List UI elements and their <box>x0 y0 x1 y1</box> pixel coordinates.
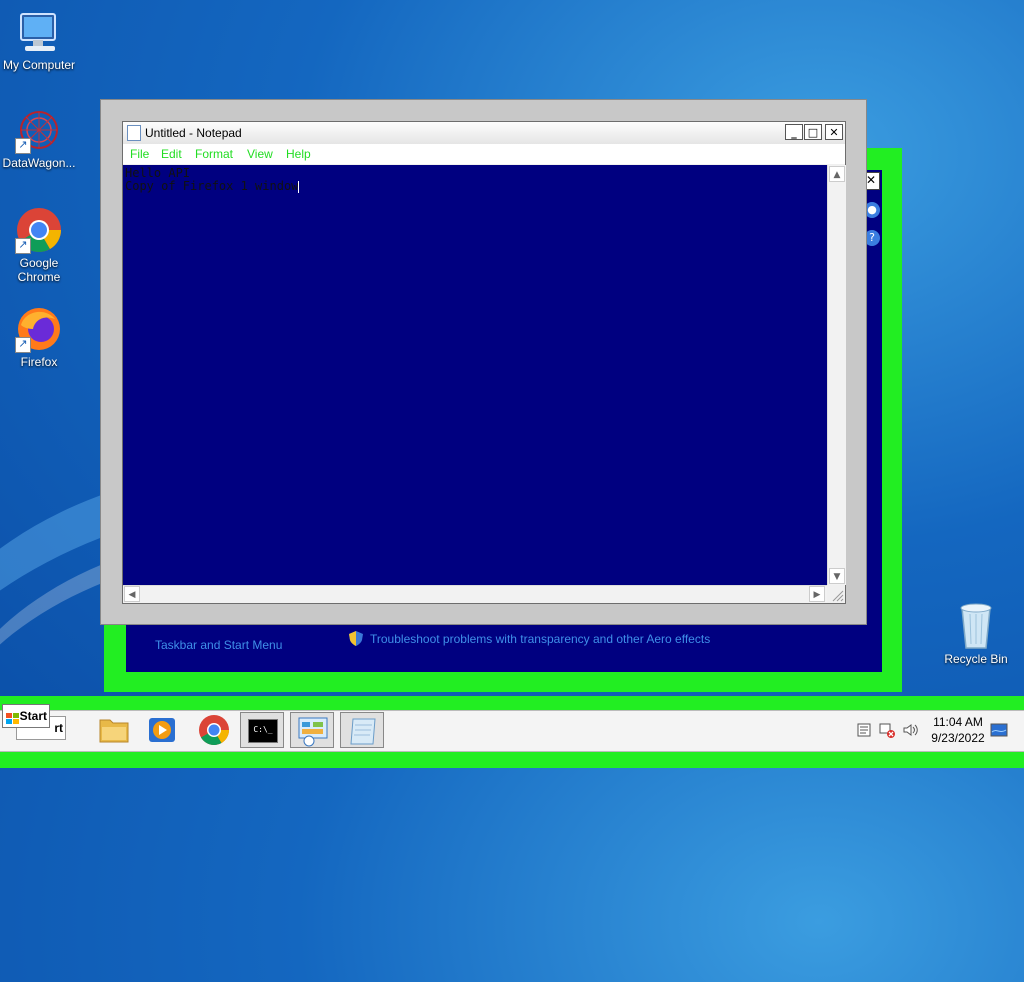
volume-icon[interactable] <box>902 722 920 742</box>
horizontal-scrollbar[interactable]: ◀ ▶ <box>123 585 827 603</box>
desktop-icon-datawagon[interactable]: ↗ DataWagon... <box>0 106 78 170</box>
shortcut-arrow-icon: ↗ <box>15 238 31 254</box>
control-panel-icon <box>298 717 328 747</box>
editor-text: Hello API Copy of Firefox 1 window <box>125 166 300 193</box>
computer-icon <box>15 8 63 56</box>
show-desktop-icon[interactable] <box>990 722 1008 742</box>
desktop-icon-label: Firefox <box>20 355 58 369</box>
desktop-icon-my-computer[interactable]: My Computer <box>0 8 78 72</box>
folder-icon <box>99 719 129 743</box>
close-button[interactable]: ✕ <box>825 124 843 140</box>
troubleshoot-transparency-link[interactable]: Troubleshoot problems with transparency … <box>370 632 710 646</box>
clock-date: 9/23/2022 <box>931 731 985 745</box>
vertical-scrollbar[interactable]: ▲ ▼ <box>827 165 846 585</box>
desktop-icon-label: Recycle Bin <box>944 652 1008 666</box>
text-editor-area[interactable]: Hello API Copy of Firefox 1 window <box>123 165 827 585</box>
desktop-icon-label: Google Chrome <box>17 256 61 284</box>
editor-line-2: Copy of Firefox 1 window <box>125 179 299 193</box>
taskbar: rt Start C:\_ 11:04 AM 9/23/2022 <box>0 696 1024 768</box>
taskbar-start-menu-link[interactable]: Taskbar and Start Menu <box>155 638 282 652</box>
datawagon-icon: ↗ <box>15 106 63 154</box>
notepad-window[interactable]: Untitled - Notepad _ □ ✕ File Edit Forma… <box>122 121 846 604</box>
start-button[interactable]: Start <box>2 704 50 728</box>
firefox-icon: ↗ <box>15 305 63 353</box>
resize-grip-icon[interactable] <box>827 585 845 602</box>
editor-line-1: Hello API <box>125 166 191 180</box>
cmd-icon: C:\_ <box>248 719 278 743</box>
desktop-icon-firefox[interactable]: ↗ Firefox <box>0 305 78 369</box>
scroll-right-arrow-icon[interactable]: ▶ <box>809 586 825 602</box>
action-center-icon[interactable] <box>856 722 872 742</box>
window-title: Untitled - Notepad <box>145 126 242 140</box>
taskbar-app-notepad[interactable] <box>340 712 384 748</box>
menu-format[interactable]: Format <box>195 147 233 161</box>
taskbar-app-chrome[interactable] <box>192 712 236 748</box>
system-tray: 11:04 AM 9/23/2022 <box>850 710 1024 750</box>
notepad-icon <box>127 125 141 141</box>
shortcut-arrow-icon: ↗ <box>15 138 31 154</box>
scroll-up-arrow-icon[interactable]: ▲ <box>829 166 845 182</box>
minimize-button[interactable]: _ <box>785 124 803 140</box>
system-clock[interactable]: 11:04 AM 9/23/2022 <box>926 714 990 746</box>
shortcut-arrow-icon: ↗ <box>15 337 31 353</box>
shield-icon <box>349 631 363 646</box>
menu-bar: File Edit Format View Help <box>123 144 845 164</box>
desktop-icon-label: My Computer <box>2 58 76 72</box>
media-player-icon <box>149 718 175 742</box>
chrome-icon <box>199 715 229 746</box>
maximize-button[interactable]: □ <box>804 124 822 140</box>
menu-file[interactable]: File <box>130 147 149 161</box>
menu-help[interactable]: Help <box>286 147 311 161</box>
windows-logo-icon <box>6 710 20 732</box>
scroll-left-arrow-icon[interactable]: ◀ <box>124 586 140 602</box>
desktop-icon-google-chrome[interactable]: ↗ Google Chrome <box>0 206 78 284</box>
menu-edit[interactable]: Edit <box>161 147 182 161</box>
taskbar-app-explorer[interactable] <box>92 712 136 748</box>
notepad-title-bar[interactable]: Untitled - Notepad _ □ ✕ <box>123 122 845 145</box>
clock-time: 11:04 AM <box>933 715 983 729</box>
start-label: Start <box>19 709 47 723</box>
notepad-icon <box>350 718 376 745</box>
recycle-bin-icon <box>952 600 1000 650</box>
taskbar-app-media-player[interactable] <box>140 712 184 748</box>
taskbar-app-control-panel[interactable] <box>290 712 334 748</box>
scroll-down-arrow-icon[interactable]: ▼ <box>829 568 845 584</box>
network-error-icon[interactable] <box>878 722 896 742</box>
chrome-icon: ↗ <box>15 206 63 254</box>
desktop-icon-label: DataWagon... <box>2 156 76 170</box>
taskbar-app-cmd[interactable]: C:\_ <box>240 712 284 748</box>
menu-view[interactable]: View <box>247 147 273 161</box>
text-caret <box>298 180 300 193</box>
desktop-icon-recycle-bin[interactable]: Recycle Bin <box>940 600 1012 666</box>
